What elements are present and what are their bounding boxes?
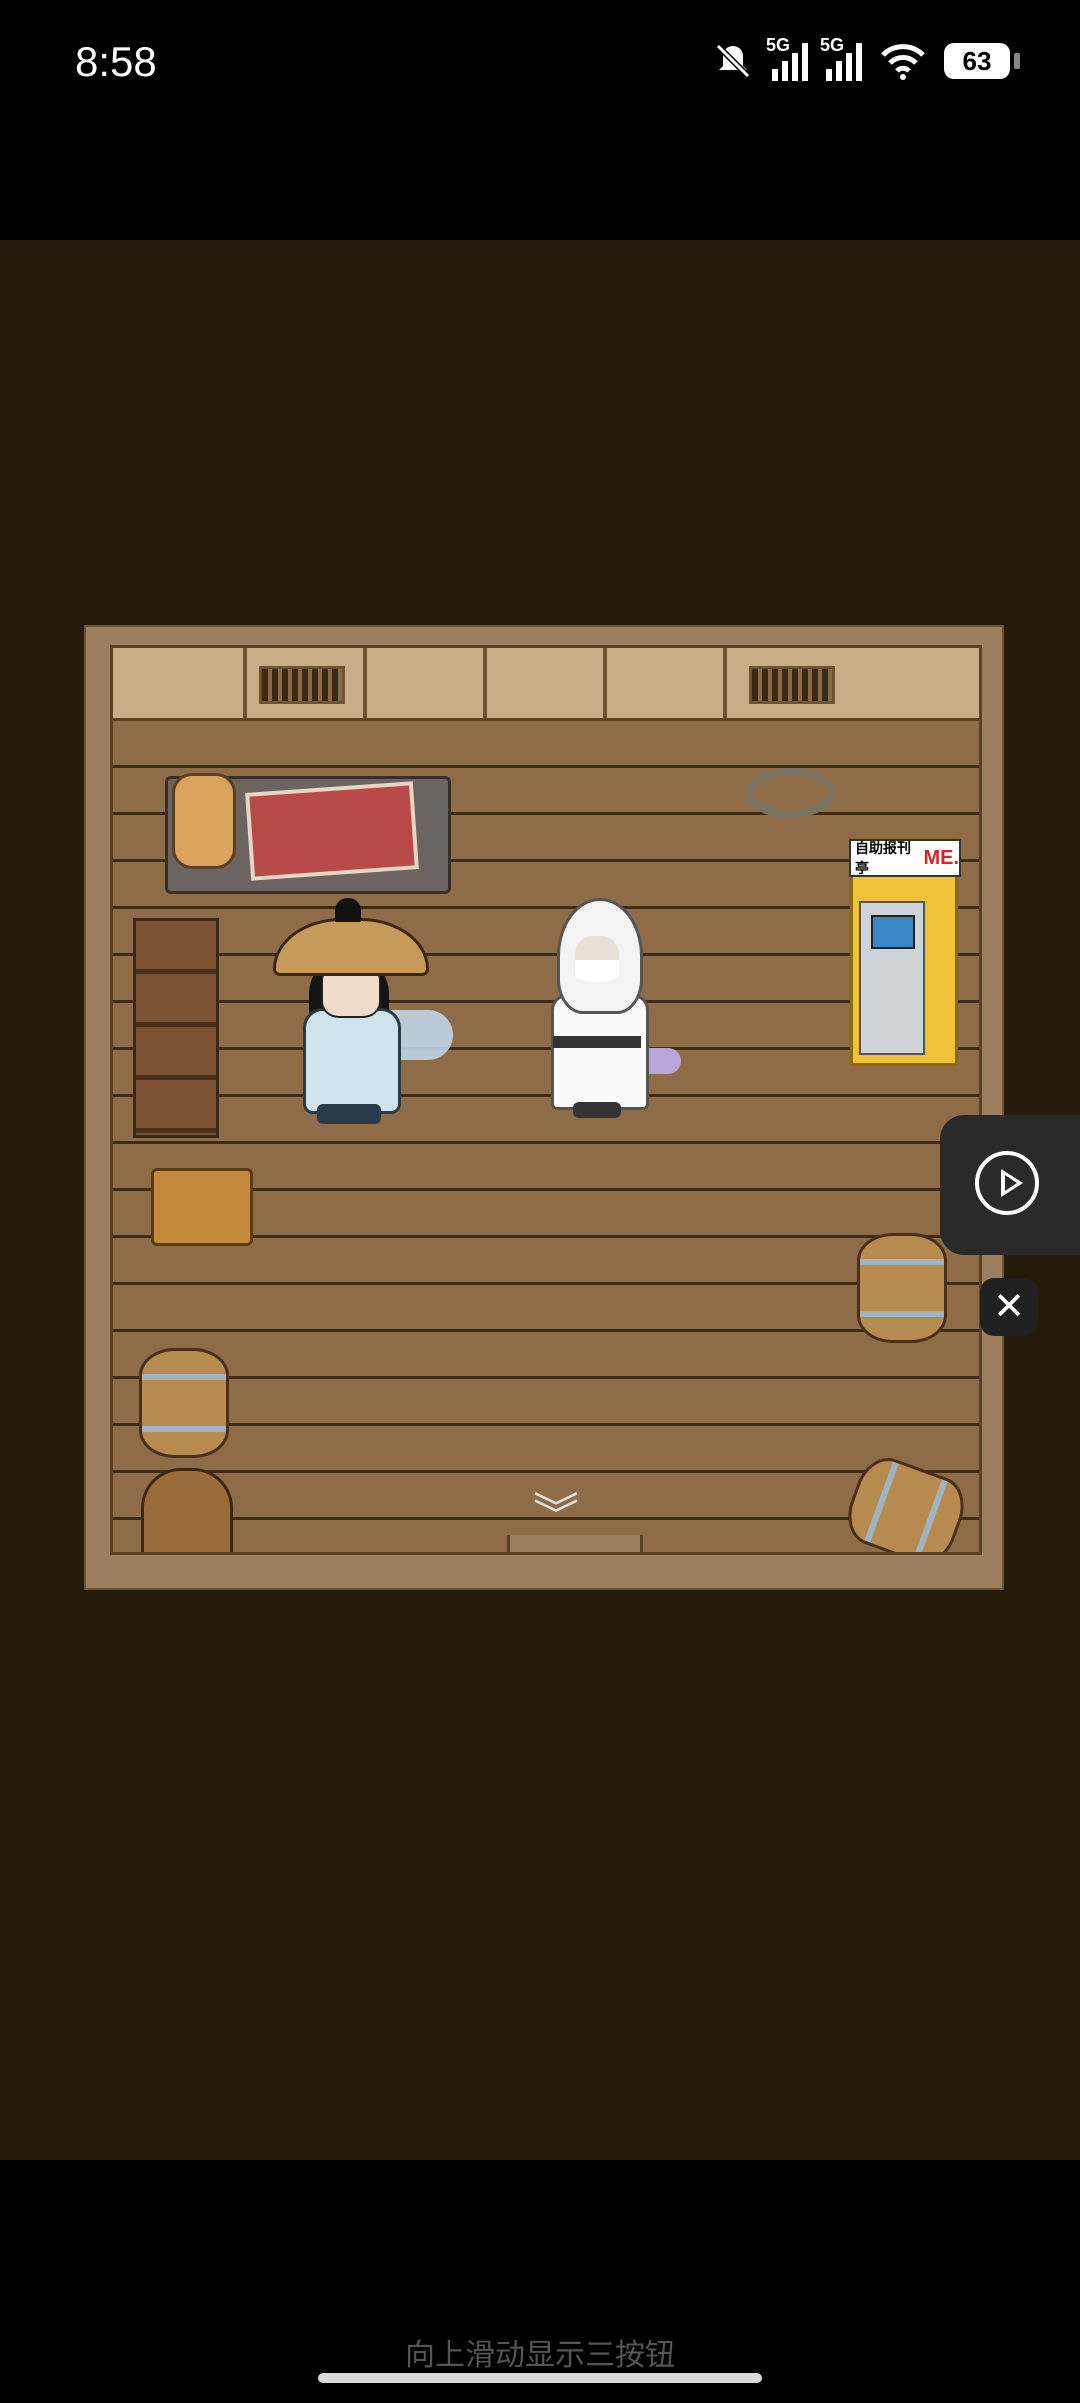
home-indicator[interactable] <box>318 2373 762 2383</box>
back-wall <box>113 648 979 721</box>
white-hooded-figure[interactable] <box>547 898 687 1128</box>
close-button[interactable]: ✕ <box>980 1278 1038 1336</box>
battery-level: 63 <box>962 45 992 76</box>
atm-sign: 自助报刊亭 ME. <box>849 839 961 877</box>
signal-5g-icon: 5G <box>820 35 862 81</box>
network-label: 5G <box>766 35 791 55</box>
atm-brand: ME. <box>923 846 959 869</box>
clock: 8:58 <box>75 38 157 85</box>
bedroll-pillow <box>172 773 236 869</box>
bookshelf[interactable] <box>133 918 219 1138</box>
atm-panel <box>859 901 925 1055</box>
atm-screen <box>871 915 915 949</box>
newsstand-atm[interactable]: 自助报刊亭 ME. <box>849 838 961 1066</box>
exit-arrow-icon[interactable]: ︾ <box>533 1492 579 1538</box>
room-floorplan: ︾ <box>110 645 982 1555</box>
coffin-chest[interactable] <box>141 1468 233 1552</box>
signal-5g-icon: 5G <box>766 35 808 81</box>
status-icons: 5G 5G 63 <box>712 35 1020 86</box>
red-blanket <box>245 781 419 881</box>
battery-icon: 63 <box>944 43 1020 79</box>
coiled-rope[interactable] <box>745 768 835 818</box>
atm-sign-text: 自助报刊亭 <box>855 840 911 876</box>
video-ad-panel[interactable] <box>940 1115 1080 1255</box>
wifi-icon <box>881 44 925 80</box>
game-viewport[interactable]: ︾ 自助报刊亭 ME. <box>0 240 1080 2160</box>
barrel[interactable] <box>857 1233 947 1343</box>
bed[interactable] <box>165 773 451 894</box>
vent-left <box>259 666 345 704</box>
status-bar: 8:58 5G 5G 63 <box>0 0 1080 130</box>
barrel[interactable] <box>139 1348 229 1458</box>
vent-right <box>749 666 835 704</box>
treasure-chest[interactable] <box>151 1168 253 1246</box>
game-room: ︾ <box>84 625 1004 1590</box>
network-label: 5G <box>820 35 845 55</box>
gesture-hint: 向上滑动显示三按钮 <box>405 2339 675 2372</box>
mute-icon <box>715 43 751 79</box>
straw-hat-swordsman[interactable] <box>273 898 463 1128</box>
play-circle-icon[interactable] <box>975 1151 1039 1215</box>
